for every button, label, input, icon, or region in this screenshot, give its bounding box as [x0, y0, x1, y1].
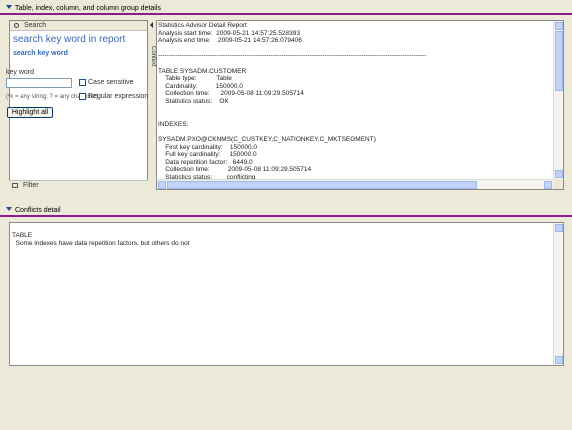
report-line: TABLE — [12, 232, 33, 239]
report-line: First key cardinality: 150000.0 — [158, 143, 257, 151]
conflicts-vertical-scrollbar[interactable] — [553, 223, 563, 365]
search-subtitle: search key word — [13, 50, 68, 57]
report-line — [158, 60, 554, 68]
scroll-down-icon[interactable] — [555, 356, 563, 364]
conflicts-section-title: Conflicts detail — [15, 207, 61, 214]
scroll-right-icon[interactable] — [544, 181, 552, 189]
case-sensitive-checkbox[interactable] — [79, 79, 86, 86]
key-word-label: key word — [6, 69, 35, 76]
report-text[interactable]: Statistics Advisor Detail Report Analysis… — [158, 22, 554, 180]
filter-tab[interactable]: Filter — [9, 180, 148, 190]
filter-tab-label: Filter — [23, 182, 39, 189]
regular-expression-label: Regular expression — [88, 93, 149, 100]
scroll-corner — [553, 179, 563, 189]
report-line: Statistics Advisor Detail Report — [158, 22, 247, 29]
scroll-up-icon[interactable] — [555, 224, 563, 232]
report-horizontal-scrollbar[interactable] — [157, 179, 553, 189]
scroll-up-icon[interactable] — [555, 22, 563, 30]
report-line: Statistics status: OK — [158, 97, 229, 105]
report-line: SYSADM.PXO@CKNMS(C_CUSTKEY,C_NATIONKEY,C… — [158, 135, 376, 143]
conflicts-text[interactable]: TABLE Some indexes have data repetition … — [12, 232, 189, 247]
collapse-triangle-icon[interactable] — [6, 207, 12, 211]
report-line: Table type: Table — [158, 75, 232, 83]
report-line: Collection time: 2009-05-08 11:09:29.505… — [158, 166, 312, 174]
report-line: ----------------------------------------… — [158, 52, 427, 60]
collapse-triangle-icon[interactable] — [6, 5, 12, 9]
report-line: Cardinality: 150000.0 — [158, 82, 243, 90]
collapse-left-icon[interactable] — [150, 22, 153, 28]
filter-icon — [12, 183, 18, 188]
details-section-title: Table, index, column, and column group d… — [15, 5, 161, 12]
scroll-down-icon[interactable] — [555, 170, 563, 178]
conflicts-panel: TABLE Some indexes have data repetition … — [9, 222, 564, 366]
key-word-input[interactable] — [6, 78, 72, 88]
scroll-thumb[interactable] — [555, 31, 563, 91]
scroll-thumb[interactable] — [167, 181, 477, 189]
report-vertical-scrollbar[interactable] — [553, 21, 563, 179]
report-line — [158, 128, 554, 136]
scroll-left-icon[interactable] — [158, 181, 166, 189]
report-line: Analysis end time: 2009-05-21 14:57:26.0… — [158, 37, 302, 45]
search-tab-label: Search — [24, 22, 47, 29]
regular-expression-checkbox[interactable] — [79, 93, 86, 100]
report-line: Data repetition factor: 6449.0 — [158, 158, 253, 166]
report-line — [158, 113, 554, 121]
details-section-header[interactable]: Table, index, column, and column group d… — [0, 3, 572, 15]
report-line: Analysis start time: 2009-05-21 14:57:25… — [158, 29, 301, 37]
highlight-all-button[interactable]: Highlight all — [7, 107, 53, 118]
report-panel: Statistics Advisor Detail Report Analysis… — [156, 20, 564, 190]
search-icon — [14, 23, 19, 28]
case-sensitive-label: Case sensitive — [88, 79, 134, 86]
search-panel: Search search key word in report search … — [9, 20, 148, 190]
search-title: search key word in report — [13, 34, 126, 45]
report-line — [158, 45, 554, 53]
report-line: Collection time: 2009-05-08 11:09:29.505… — [158, 90, 304, 98]
report-line: TABLE SYSADM.CUSTOMER — [158, 67, 247, 75]
report-line: INDEXES: — [158, 120, 189, 128]
report-line: Full key cardinality: 150000.0 — [158, 151, 257, 159]
search-tab[interactable]: Search — [10, 21, 147, 31]
conflicts-section-header[interactable]: Conflicts detail — [0, 205, 572, 217]
report-line: Some indexes have data repetition factor… — [12, 239, 190, 247]
report-line — [158, 106, 554, 114]
